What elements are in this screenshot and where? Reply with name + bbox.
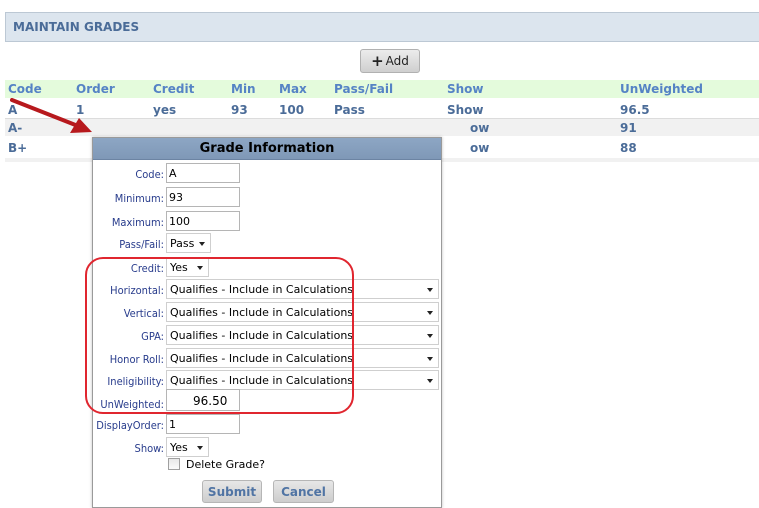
cancel-button[interactable]: Cancel [273,480,334,503]
column-header-code[interactable]: Code [8,82,42,96]
chevron-down-icon [427,311,433,315]
chevron-down-icon [427,334,433,338]
add-button[interactable]: + Add [360,49,420,73]
show-select[interactable]: Yes [166,437,209,457]
minimum-label: Minimum: [114,192,164,205]
plus-icon: + [371,51,384,70]
cell-unweighted: 88 [620,141,637,155]
chevron-down-icon [427,357,433,361]
add-button-label: Add [385,54,409,68]
annotation-highlight-box [85,257,354,414]
page-header: MAINTAIN GRADES [5,12,759,42]
grid-header-row: Code Order Credit Min Max Pass/Fail Show… [5,80,759,98]
display-order-field[interactable]: 1 [166,414,240,434]
chevron-down-icon [197,446,203,450]
delete-grade-checkbox[interactable] [168,458,180,470]
cell-max: 100 [279,103,305,117]
chevron-down-icon [427,379,433,383]
code-field[interactable]: A [166,163,240,183]
submit-button[interactable]: Submit [202,480,262,503]
chevron-down-icon [427,288,433,292]
dialog-title: Grade Information [93,138,441,160]
code-label: Code: [135,168,164,181]
column-header-credit[interactable]: Credit [153,82,194,96]
show-label: Show: [134,442,164,455]
column-header-pass-fail[interactable]: Pass/Fail [334,82,393,96]
pass-fail-select[interactable]: Pass [166,233,211,253]
cell-show: ow [470,141,490,155]
pass-fail-value: Pass [170,237,195,250]
column-header-order[interactable]: Order [76,82,115,96]
cell-show: ow [470,121,490,135]
column-header-max[interactable]: Max [279,82,307,96]
cell-unweighted: 91 [620,121,637,135]
cell-show: Show [447,103,484,117]
column-header-show[interactable]: Show [447,82,484,96]
show-value: Yes [170,441,188,454]
minimum-field[interactable]: 93 [166,187,240,207]
pass-fail-label: Pass/Fail: [119,238,164,251]
display-order-label: DisplayOrder: [96,419,164,432]
column-header-unweighted[interactable]: UnWeighted [620,82,703,96]
cell-unweighted: 96.5 [620,103,650,117]
table-row[interactable]: A- ow 91 [5,118,759,136]
cell-min: 93 [231,103,248,117]
cell-credit: yes [153,103,177,117]
column-header-min[interactable]: Min [231,82,256,96]
page-title: MAINTAIN GRADES [13,20,140,34]
maximum-label: Maximum: [111,216,164,229]
maximum-field[interactable]: 100 [166,211,240,231]
cell-pass-fail: Pass [334,103,365,117]
delete-grade-label: Delete Grade? [186,458,266,471]
chevron-down-icon [199,242,205,246]
table-row[interactable]: A 1 yes 93 100 Pass Show 96.5 [5,99,759,117]
